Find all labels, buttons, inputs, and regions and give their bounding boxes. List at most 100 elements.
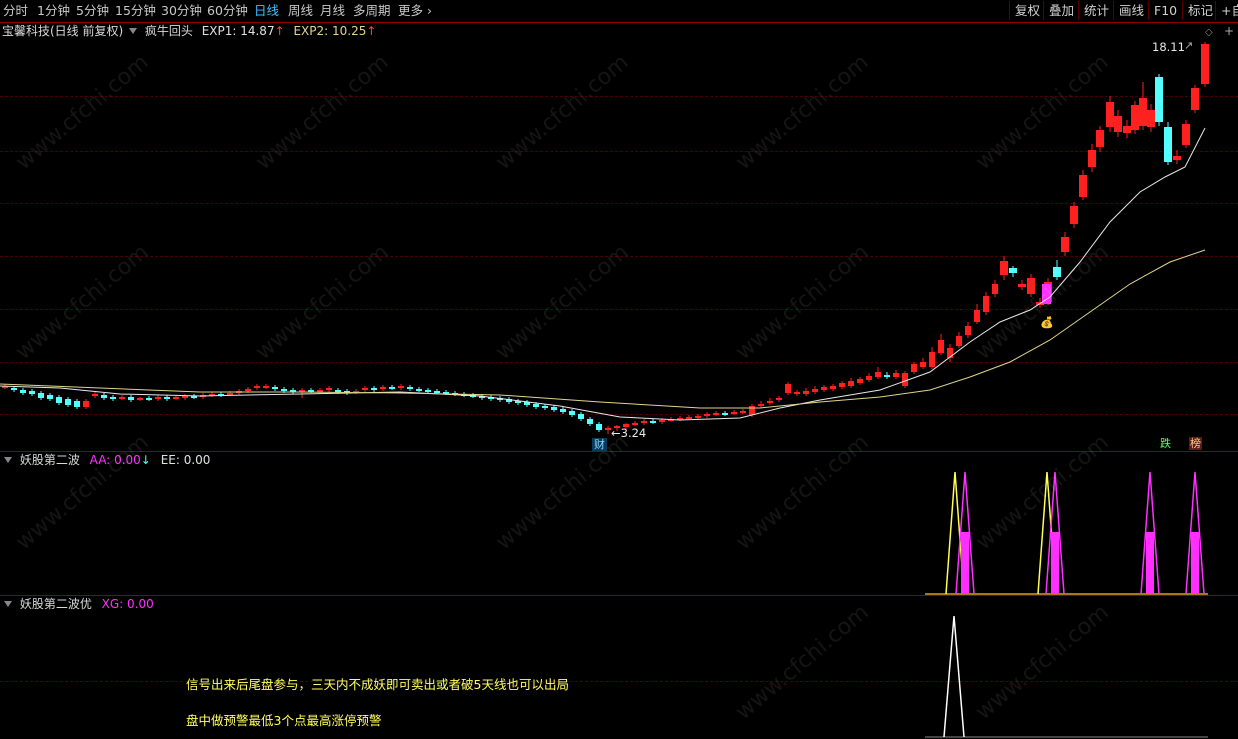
candle-body <box>1155 77 1163 122</box>
period-tab-1min[interactable]: 1分钟 <box>37 3 70 19</box>
candle-body <box>632 423 638 425</box>
period-tab-15min[interactable]: 15分钟 <box>115 3 156 19</box>
period-tab-weekly[interactable]: 周线 <box>288 3 313 19</box>
candle-body <box>83 401 89 407</box>
candle-body <box>704 414 710 416</box>
candle-body <box>731 412 737 414</box>
strategy-note-2: 盘中做预警最低3个点最高涨停预警 <box>186 713 382 728</box>
candle-body <box>893 373 899 377</box>
candle-body <box>1009 268 1017 273</box>
candle-body <box>20 390 26 393</box>
candle-body <box>56 397 62 403</box>
period-tab-monthly[interactable]: 月线 <box>320 3 345 19</box>
candle-body <box>767 401 773 403</box>
candle-body <box>227 393 233 395</box>
candle-body <box>407 387 413 389</box>
draw-line-button[interactable]: 画线 <box>1113 1 1149 20</box>
f10-button[interactable]: F10 <box>1148 1 1182 20</box>
candle-body <box>866 376 872 380</box>
candle-body <box>92 394 98 396</box>
chevron-right-icon: › <box>427 3 432 18</box>
statistics-button[interactable]: 统计 <box>1078 1 1114 20</box>
period-tab-5min[interactable]: 5分钟 <box>76 3 109 19</box>
strategy-note-1: 信号出来后尾盘参与，三天内不成妖即可卖出或者破5天线也可以出局 <box>186 677 569 692</box>
candle-body <box>434 391 440 393</box>
candle-body <box>902 373 908 386</box>
candle-body <box>551 407 557 410</box>
candle-body <box>1106 102 1114 127</box>
candle-body <box>1079 175 1087 197</box>
candle-body <box>794 392 800 394</box>
candle-body <box>146 398 152 400</box>
high-pointer-arrow-icon: ↗ <box>1184 39 1194 52</box>
finance-tag[interactable]: 财 <box>592 438 607 451</box>
mark-button[interactable]: 标记 <box>1182 1 1218 20</box>
ma-fast-line <box>0 127 1206 421</box>
low-price-value: 3.24 <box>620 426 647 440</box>
candle-body <box>245 389 251 391</box>
signal-chart-1[interactable] <box>0 452 1238 596</box>
candle-body <box>1027 278 1035 294</box>
candle-body <box>839 383 845 387</box>
candle-body <box>1147 110 1155 127</box>
candle-body <box>1000 261 1008 275</box>
candle-body <box>740 411 746 413</box>
candle-body <box>47 395 53 399</box>
candle-body <box>1088 150 1096 167</box>
candle-body <box>560 409 566 412</box>
candle-body <box>1164 127 1172 162</box>
candle-body <box>965 326 971 335</box>
period-tab-30min[interactable]: 30分钟 <box>161 3 202 19</box>
signal-bar <box>961 532 969 594</box>
overlay-button[interactable]: 叠加 <box>1043 1 1079 20</box>
candle-body <box>155 397 161 399</box>
candle-body <box>920 362 926 367</box>
more-label: 更多 <box>398 3 424 18</box>
candle-body <box>38 393 44 398</box>
candle-body <box>1139 98 1147 126</box>
candle-body <box>281 389 287 391</box>
candle-body <box>722 413 728 415</box>
candle-body <box>335 390 341 392</box>
candle-body <box>974 310 980 322</box>
candle-body <box>128 397 134 400</box>
candle-body <box>911 364 917 372</box>
candle-body <box>182 396 188 398</box>
signal-bar <box>1051 532 1059 594</box>
add-custom-button[interactable]: +自 <box>1215 1 1238 20</box>
candle-body <box>695 416 701 418</box>
candle-body <box>1018 284 1026 287</box>
candle-body <box>983 296 989 312</box>
candle-body <box>29 391 35 394</box>
candle-body <box>785 384 791 393</box>
candle-body <box>641 421 647 423</box>
candle-body <box>1114 116 1122 132</box>
candle-body <box>587 419 593 424</box>
signal-bar <box>1191 532 1199 594</box>
period-tab-multi[interactable]: 多周期 <box>353 3 391 19</box>
candle-body <box>425 390 431 392</box>
candle-body <box>596 424 602 430</box>
ranking-tag[interactable]: 榜 <box>1189 437 1202 450</box>
candle-body <box>173 397 179 399</box>
period-tab-daily[interactable]: 日线 <box>254 3 279 19</box>
candle-body <box>1096 130 1104 147</box>
candle-body <box>119 397 125 399</box>
candle-body <box>848 381 854 386</box>
candle-body <box>1070 206 1078 224</box>
candle-body <box>713 413 719 415</box>
candlestick-chart[interactable] <box>0 22 1238 452</box>
period-tab-fenshi[interactable]: 分时 <box>3 3 28 19</box>
candle-body <box>389 387 395 389</box>
candle-body <box>65 399 71 405</box>
candle-body <box>884 375 890 377</box>
drop-tag[interactable]: 跌 <box>1160 437 1171 450</box>
fuquan-button[interactable]: 复权 <box>1009 1 1045 20</box>
candle-body <box>758 404 764 406</box>
high-price-label: 18.11 <box>1152 40 1185 54</box>
candle-body <box>1123 126 1131 133</box>
period-tab-60min[interactable]: 60分钟 <box>207 3 248 19</box>
period-tab-more[interactable]: 更多 › <box>398 3 432 19</box>
candle-body <box>263 386 269 388</box>
candle-body <box>380 387 386 389</box>
